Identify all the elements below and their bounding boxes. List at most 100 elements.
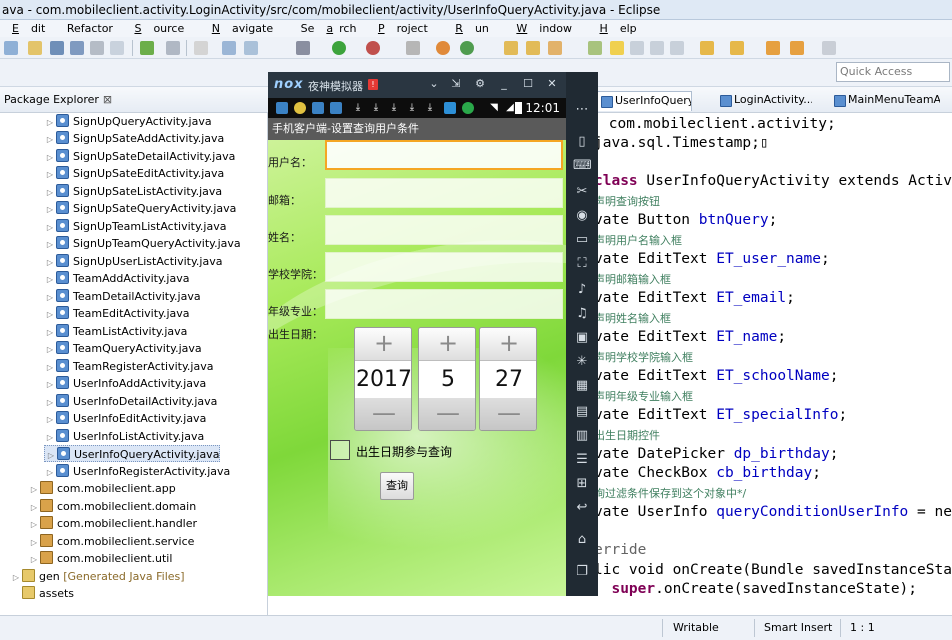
- tree-file-item[interactable]: ▷ SignUpTeamQueryActivity.java: [44, 235, 241, 252]
- task-icon[interactable]: [194, 41, 208, 55]
- recent-apps-icon[interactable]: ❐: [573, 564, 591, 579]
- month-increment-button[interactable]: +: [419, 328, 475, 360]
- external-tools-icon[interactable]: [406, 41, 420, 55]
- prev-annotation-icon[interactable]: [730, 41, 744, 55]
- tree-file-item[interactable]: ▷ SignUpUserListActivity.java: [44, 253, 222, 270]
- new-class-icon[interactable]: [460, 41, 474, 55]
- multi-window-icon[interactable]: ▤: [573, 404, 591, 419]
- save-all-icon[interactable]: [70, 41, 84, 55]
- editor-tab-loginactivity[interactable]: LoginActivity....: [716, 91, 812, 111]
- pencil-icon[interactable]: [548, 41, 562, 55]
- year-increment-button[interactable]: +: [355, 328, 411, 360]
- location-icon[interactable]: ◉: [573, 208, 591, 223]
- tree-file-item[interactable]: ▷ UserInfoDetailActivity.java: [44, 393, 217, 410]
- keyboard-icon[interactable]: ⌨: [573, 158, 592, 173]
- menu-project[interactable]: Project: [366, 20, 440, 37]
- paragraph-icon[interactable]: [670, 41, 684, 55]
- new-icon[interactable]: [4, 41, 18, 55]
- menu-edit[interactable]: Edit: [0, 20, 57, 37]
- month-value[interactable]: 5: [419, 360, 475, 400]
- editor-tab-userinfoquery[interactable]: UserInfoQuery...: [596, 91, 692, 111]
- tree-file-item[interactable]: ▷ SignUpSateAddActivity.java: [44, 130, 224, 147]
- name-input[interactable]: [325, 215, 563, 245]
- maximize-icon[interactable]: ☐: [520, 76, 536, 92]
- month-decrement-button[interactable]: —: [419, 398, 475, 430]
- mark-occurrences-icon[interactable]: [588, 41, 602, 55]
- tree-file-item[interactable]: ▷ UserInfoListActivity.java: [44, 428, 204, 445]
- screenshot-icon[interactable]: ▣: [573, 330, 591, 345]
- next-annotation-icon[interactable]: [700, 41, 714, 55]
- nox-alert-badge[interactable]: !: [368, 79, 378, 90]
- close-icon[interactable]: ⊠: [103, 93, 112, 106]
- tree-assets-folder[interactable]: assets: [10, 585, 74, 602]
- day-increment-button[interactable]: +: [480, 328, 536, 360]
- major-input[interactable]: [325, 289, 563, 319]
- tree-file-item[interactable]: ▷ UserInfoEditActivity.java: [44, 410, 206, 427]
- tree-file-item[interactable]: ▷ TeamListActivity.java: [44, 323, 187, 340]
- tree-package-item[interactable]: ▷ com.mobileclient.domain: [28, 498, 196, 515]
- tree-file-item[interactable]: ▷ TeamQueryActivity.java: [44, 340, 202, 357]
- tree-file-item[interactable]: ▷ SignUpTeamListActivity.java: [44, 218, 226, 235]
- quick-access-field[interactable]: Quick Access: [836, 62, 950, 82]
- search-icon[interactable]: [222, 41, 236, 55]
- year-value[interactable]: 2017: [355, 360, 411, 400]
- back-icon[interactable]: ↩: [573, 500, 591, 515]
- tree-file-item[interactable]: ▷ SignUpSateListActivity.java: [44, 183, 222, 200]
- query-button[interactable]: 查询: [380, 472, 414, 500]
- open-icon[interactable]: [28, 41, 42, 55]
- menu-search[interactable]: Se a rch: [289, 20, 363, 37]
- day-value[interactable]: 27: [480, 360, 536, 400]
- scissors-icon[interactable]: ✂: [573, 184, 591, 199]
- shake-icon[interactable]: ✳: [573, 354, 591, 369]
- tree-package-item[interactable]: ▷ com.mobileclient.handler: [28, 515, 197, 532]
- tree-file-item[interactable]: ▷ UserInfoAddActivity.java: [44, 375, 206, 392]
- home-icon[interactable]: ⌂: [573, 532, 591, 547]
- tree-file-item[interactable]: ▷ SignUpQueryActivity.java: [44, 113, 212, 130]
- birthday-filter-checkbox[interactable]: [330, 440, 350, 460]
- forward-icon[interactable]: [822, 41, 836, 55]
- tree-file-item-selected[interactable]: ▷ UserInfoQueryActivity.java: [44, 445, 221, 462]
- menu-source[interactable]: Source: [122, 20, 196, 37]
- java-perspective-icon[interactable]: [436, 41, 450, 55]
- username-input[interactable]: [325, 140, 563, 170]
- tree-package-item[interactable]: ▷ com.mobileclient.util: [28, 550, 172, 567]
- record-icon[interactable]: ▦: [573, 378, 591, 393]
- menu-help[interactable]: Help: [588, 20, 649, 37]
- tree-file-item[interactable]: ▷ SignUpSateDetailActivity.java: [44, 148, 235, 165]
- print-icon[interactable]: [90, 41, 104, 55]
- tree-package-item[interactable]: ▷ com.mobileclient.app: [28, 480, 176, 497]
- more-icon[interactable]: ⋯: [573, 102, 591, 117]
- open-resource-icon[interactable]: [526, 41, 540, 55]
- debug-icon[interactable]: [366, 41, 380, 55]
- show-whitespace-icon[interactable]: [650, 41, 664, 55]
- chevron-down-icon[interactable]: ⌄: [426, 76, 442, 92]
- email-input[interactable]: [325, 178, 563, 208]
- menu-navigate[interactable]: Navigate: [200, 20, 285, 37]
- tree-file-item[interactable]: ▷ TeamAddActivity.java: [44, 270, 189, 287]
- toggle-comment-icon[interactable]: [166, 41, 180, 55]
- menu-window[interactable]: Window: [504, 20, 584, 37]
- tree-gen-folder[interactable]: ▷ gen [Generated Java Files]: [10, 568, 185, 585]
- year-decrement-button[interactable]: —: [355, 398, 411, 430]
- minimize-icon[interactable]: _: [496, 76, 512, 92]
- tree-file-item[interactable]: ▷ TeamRegisterActivity.java: [44, 358, 213, 375]
- school-input[interactable]: [325, 252, 563, 282]
- build-icon[interactable]: [140, 41, 154, 55]
- tree-file-item[interactable]: ▷ SignUpSateQueryActivity.java: [44, 200, 236, 217]
- apk-icon[interactable]: ▥: [573, 428, 591, 443]
- back-icon[interactable]: [790, 41, 804, 55]
- menu-run[interactable]: Run: [443, 20, 501, 37]
- gear-icon[interactable]: ⚙: [472, 76, 488, 92]
- copy-icon[interactable]: [110, 41, 124, 55]
- day-decrement-button[interactable]: —: [480, 398, 536, 430]
- run-icon[interactable]: [332, 41, 346, 55]
- last-edit-icon[interactable]: [766, 41, 780, 55]
- editor-tab-mainmenuteam[interactable]: MainMenuTeamA...: [830, 91, 940, 111]
- tree-package-item[interactable]: ▷ com.mobileclient.service: [28, 533, 194, 550]
- highlight-icon[interactable]: [610, 41, 624, 55]
- fullscreen-icon[interactable]: ⛶: [573, 256, 591, 271]
- settings-icon[interactable]: [296, 41, 310, 55]
- package-explorer-tab[interactable]: Package Explorer ⊠: [0, 87, 268, 113]
- close-icon[interactable]: ✕: [544, 76, 560, 92]
- menu-icon[interactable]: ☰: [573, 452, 591, 467]
